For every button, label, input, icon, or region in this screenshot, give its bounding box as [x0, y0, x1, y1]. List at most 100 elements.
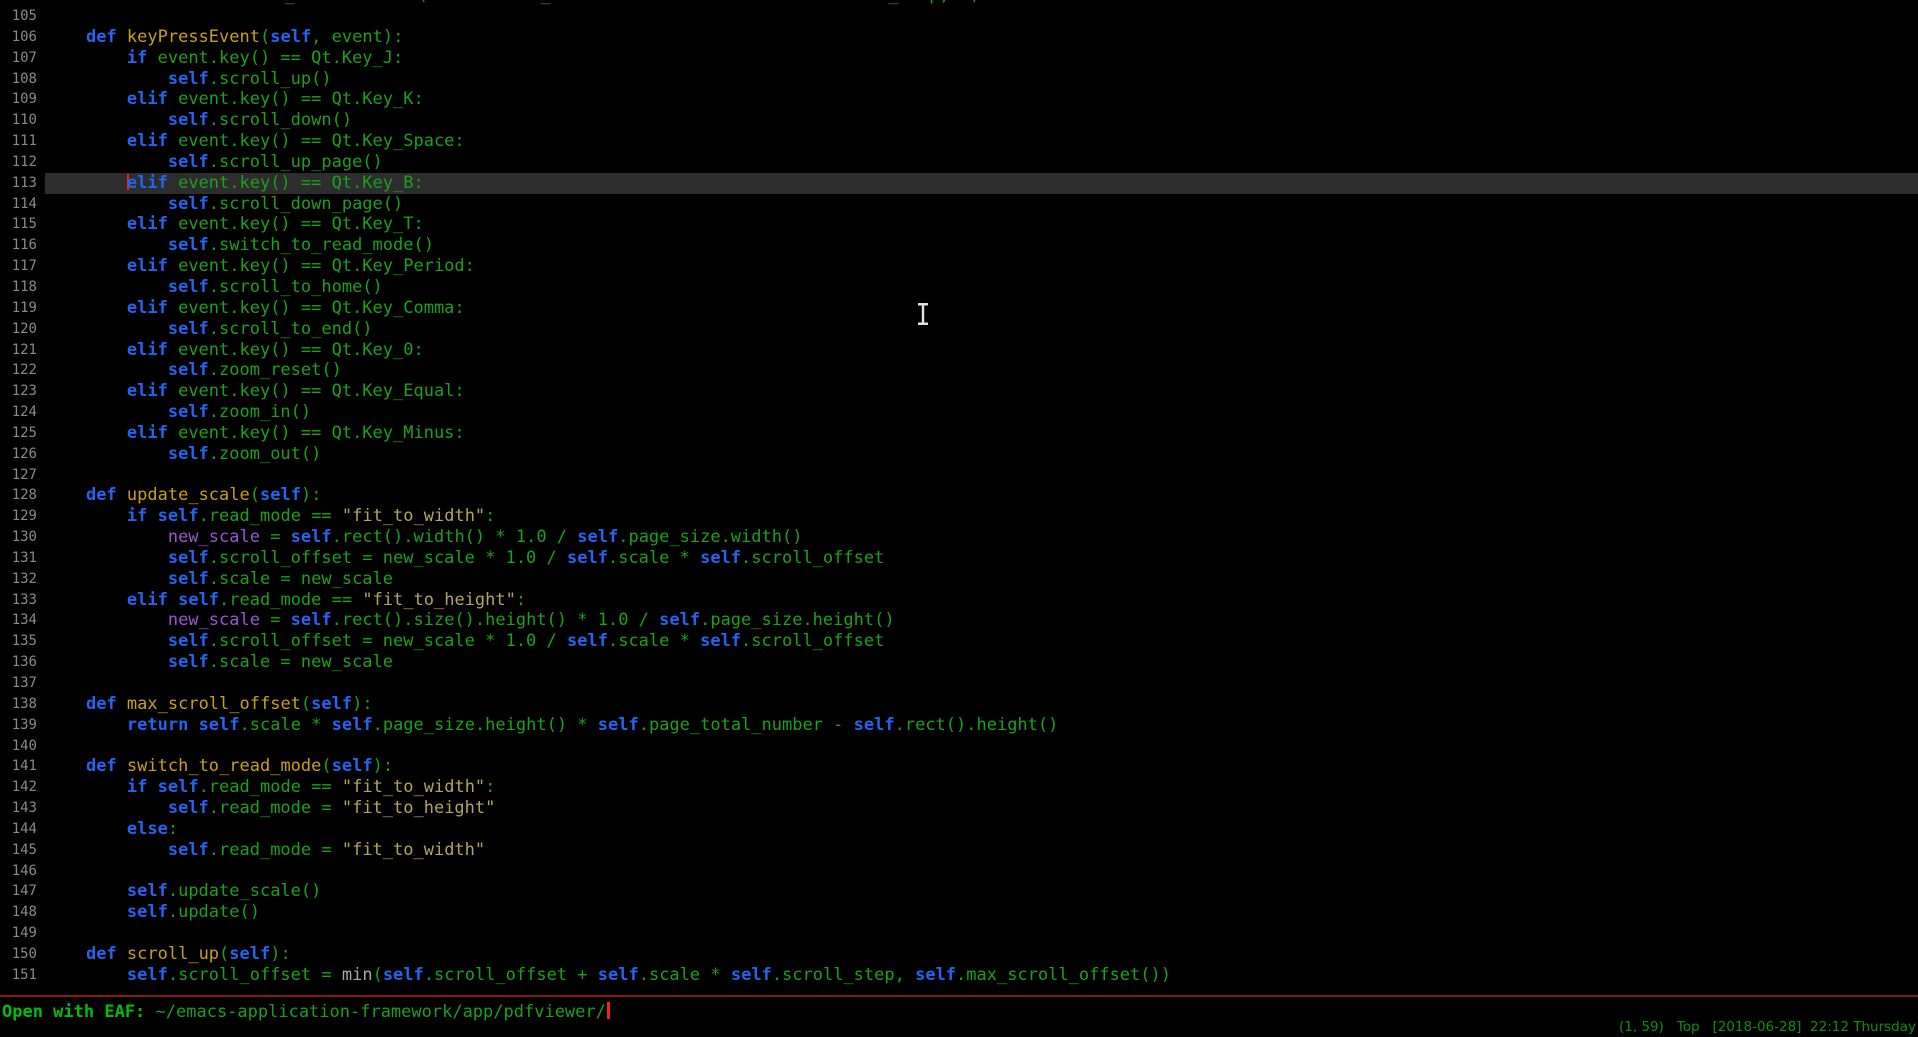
code-line[interactable]: 142 if self.read_mode == "fit_to_width": [0, 777, 1918, 798]
code-token: .rect().size().height() * 1.0 / [332, 610, 660, 630]
code-token: self [168, 319, 209, 339]
code-token [45, 694, 86, 714]
line-number: 147 [0, 881, 45, 902]
code-token: new_scale [168, 610, 260, 630]
code-line[interactable]: 141 def switch_to_read_mode(self): [0, 756, 1918, 777]
code-line[interactable]: 139 return self.scale * self.page_size.h… [0, 715, 1918, 736]
code-buffer[interactable]: self.scroll_offset = max(self.scroll_off… [0, 0, 1918, 6]
code-line[interactable]: 125 elif event.key() == Qt.Key_Minus: [0, 423, 1918, 444]
code-line[interactable]: 118 self.scroll_to_home() [0, 277, 1918, 298]
code-line[interactable]: 137 [0, 673, 1918, 694]
code-token: elif [127, 590, 168, 610]
code-line[interactable]: 143 self.read_mode = "fit_to_height" [0, 798, 1918, 819]
code-token: , event): [311, 27, 403, 47]
code-line[interactable]: 120 self.scroll_to_end() [0, 319, 1918, 340]
code-line[interactable]: 146 [0, 861, 1918, 882]
code-line[interactable]: 130 new_scale = self.rect().width() * 1.… [0, 527, 1918, 548]
code-token: "fit_to_height" [362, 590, 516, 610]
code-text: self.read_mode = "fit_to_height" [45, 798, 1918, 819]
code-line[interactable]: 131 self.scroll_offset = new_scale * 1.0… [0, 548, 1918, 569]
code-token: self [168, 235, 209, 255]
code-line[interactable]: 145 self.read_mode = "fit_to_width" [0, 840, 1918, 861]
line-number: 111 [0, 131, 45, 152]
code-token: .update() [168, 902, 260, 922]
code-line[interactable]: 116 self.switch_to_read_mode() [0, 235, 1918, 256]
code-token: self [168, 402, 209, 422]
code-line[interactable]: 132 self.scale = new_scale [0, 569, 1918, 590]
code-token: "fit_to_height" [342, 798, 496, 818]
code-token: .scroll_up() [209, 69, 332, 89]
code-text: self.scroll_offset = min(self.scroll_off… [45, 965, 1918, 986]
code-token [45, 902, 127, 922]
code-line[interactable]: 126 self.zoom_out() [0, 444, 1918, 465]
code-token [45, 881, 127, 901]
code-line[interactable]: 122 self.zoom_reset() [0, 360, 1918, 381]
line-number: 126 [0, 444, 45, 465]
line-number: 136 [0, 652, 45, 673]
code-token: "fit_to_width" [342, 840, 485, 860]
code-line[interactable]: 151 self.scroll_offset = min(self.scroll… [0, 965, 1918, 986]
code-line[interactable]: 123 elif event.key() == Qt.Key_Equal: [0, 381, 1918, 402]
code-line[interactable]: 119 elif event.key() == Qt.Key_Comma: [0, 298, 1918, 319]
code-line[interactable]: 133 elif self.read_mode == "fit_to_heigh… [0, 590, 1918, 611]
code-token [45, 89, 127, 109]
code-token: event.key() == Qt.Key_J: [147, 48, 403, 68]
code-buffer-lines[interactable]: 105106 def keyPressEvent(self, event):10… [0, 6, 1918, 986]
code-line[interactable]: 121 elif event.key() == Qt.Key_0: [0, 340, 1918, 361]
code-token [45, 381, 127, 401]
mouse-ibeam-cursor [916, 302, 930, 330]
code-token: elif [127, 340, 168, 360]
code-token [45, 402, 168, 422]
code-line[interactable]: 150 def scroll_up(self): [0, 944, 1918, 965]
code-line-current[interactable]: 113 elif event.key() == Qt.Key_B: [0, 173, 1918, 194]
code-line[interactable]: 136 self.scale = new_scale [0, 652, 1918, 673]
code-line[interactable]: 105 [0, 6, 1918, 27]
awesome-tray: (1, 59) Top [2018-06-28] 22:12 Thursday [1619, 1019, 1916, 1035]
code-text [45, 923, 1918, 944]
code-token [45, 214, 127, 234]
code-token [45, 798, 168, 818]
code-line[interactable]: 110 self.scroll_down() [0, 110, 1918, 131]
line-number: 139 [0, 715, 45, 736]
code-line[interactable]: 106 def keyPressEvent(self, event): [0, 27, 1918, 48]
code-token: self [168, 840, 209, 860]
code-token [45, 256, 127, 276]
code-line[interactable]: 108 self.scroll_up() [0, 69, 1918, 90]
line-number: 120 [0, 319, 45, 340]
code-line[interactable]: 144 else: [0, 819, 1918, 840]
code-token [45, 506, 127, 526]
code-line[interactable]: 109 elif event.key() == Qt.Key_K: [0, 89, 1918, 110]
code-line[interactable]: 134 new_scale = self.rect().size().heigh… [0, 610, 1918, 631]
code-token: .scroll_down_page() [209, 194, 403, 214]
code-line[interactable]: 128 def update_scale(self): [0, 485, 1918, 506]
code-token: ): [352, 694, 372, 714]
code-line[interactable]: 112 self.scroll_up_page() [0, 152, 1918, 173]
code-line[interactable]: 127 [0, 465, 1918, 486]
code-line[interactable]: 124 self.zoom_in() [0, 402, 1918, 423]
code-line[interactable]: 114 self.scroll_down_page() [0, 194, 1918, 215]
code-token: .read_mode = [209, 798, 342, 818]
code-line[interactable]: 147 self.update_scale() [0, 881, 1918, 902]
code-token: self [168, 152, 209, 172]
code-token: = [260, 610, 291, 630]
line-number: 140 [0, 736, 45, 757]
code-line[interactable]: 115 elif event.key() == Qt.Key_T: [0, 214, 1918, 235]
code-line[interactable]: 117 elif event.key() == Qt.Key_Period: [0, 256, 1918, 277]
code-token: .page_size.width() [618, 527, 802, 547]
line-number: 117 [0, 256, 45, 277]
code-line[interactable]: 140 [0, 736, 1918, 757]
code-token: self [168, 548, 209, 568]
code-line[interactable]: 111 elif event.key() == Qt.Key_Space: [0, 131, 1918, 152]
line-number: 134 [0, 610, 45, 631]
code-line[interactable]: 149 [0, 923, 1918, 944]
code-token: self [168, 110, 209, 130]
code-line[interactable]: 129 if self.read_mode == "fit_to_width": [0, 506, 1918, 527]
code-line[interactable]: 148 self.update() [0, 902, 1918, 923]
code-line[interactable]: 138 def max_scroll_offset(self): [0, 694, 1918, 715]
line-number: 145 [0, 840, 45, 861]
minibuffer-input[interactable]: ~/emacs-application-framework/app/pdfvie… [156, 1002, 606, 1022]
minibuffer[interactable]: Open with EAF: ~/emacs-application-frame… [2, 1001, 610, 1023]
code-line[interactable]: 107 if event.key() == Qt.Key_J: [0, 48, 1918, 69]
code-line[interactable]: 135 self.scroll_offset = new_scale * 1.0… [0, 631, 1918, 652]
code-text: elif event.key() == Qt.Key_0: [45, 340, 1918, 361]
